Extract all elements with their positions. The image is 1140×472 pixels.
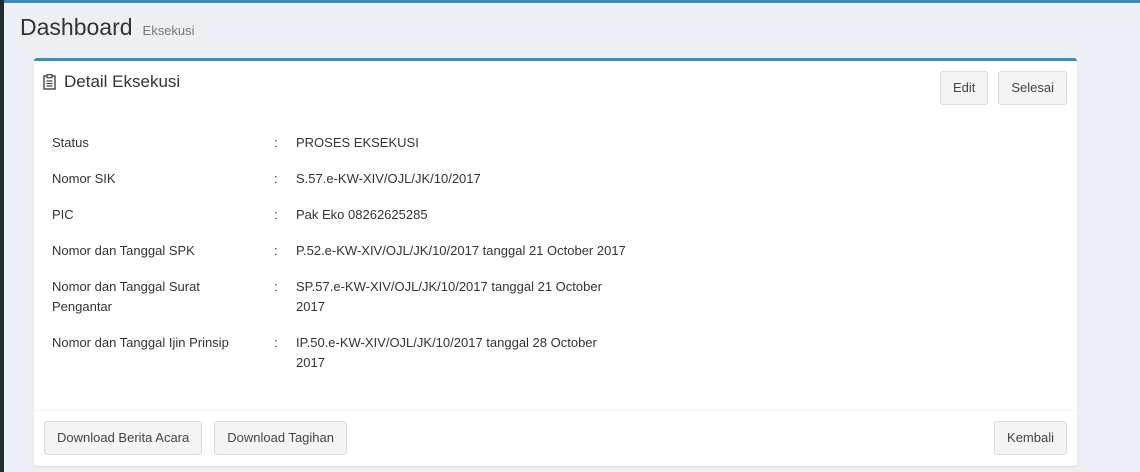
back-button[interactable]: Kembali xyxy=(994,421,1067,455)
sidebar-edge xyxy=(0,0,4,472)
box-title-label: Detail Eksekusi xyxy=(64,72,181,91)
clipboard-icon xyxy=(43,74,56,90)
detail-value: PROSES EKSEKUSI xyxy=(296,135,419,150)
detail-colon: : xyxy=(274,135,278,150)
detail-value: SP.57.e-KW-XIV/OJL/JK/10/2017 tanggal 21… xyxy=(296,279,602,314)
footer-right-actions: Kembali xyxy=(994,421,1067,455)
detail-colon: : xyxy=(274,171,278,186)
detail-row-surat-pengantar: Nomor dan Tanggal Surat Pengantar : SP.5… xyxy=(52,277,656,317)
detail-label: Nomor SIK xyxy=(52,171,116,186)
footer-left-actions: Download Berita Acara Download Tagihan xyxy=(44,421,347,455)
detail-label: Nomor dan Tanggal Ijin Prinsip xyxy=(52,335,229,350)
download-berita-acara-button[interactable]: Download Berita Acara xyxy=(44,421,203,455)
detail-colon: : xyxy=(274,207,278,222)
detail-row-nomor-sik: Nomor SIK : S.57.e-KW-XIV/OJL/JK/10/2017 xyxy=(52,169,656,189)
box-header: Detail Eksekusi Edit Selesai xyxy=(34,61,1077,111)
box-title: Detail Eksekusi xyxy=(43,72,180,92)
detail-colon: : xyxy=(274,279,278,294)
page-header: Dashboard Eksekusi xyxy=(20,14,195,41)
detail-row-ijin-prinsip: Nomor dan Tanggal Ijin Prinsip : IP.50.e… xyxy=(52,333,656,373)
detail-label: Nomor dan Tanggal SPK xyxy=(52,243,195,258)
detail-row-pic: PIC : Pak Eko 08262625285 xyxy=(52,205,656,225)
detail-box: Detail Eksekusi Edit Selesai Status : PR… xyxy=(34,58,1077,466)
detail-colon: : xyxy=(274,335,278,350)
edit-button[interactable]: Edit xyxy=(939,71,989,105)
detail-value: S.57.e-KW-XIV/OJL/JK/10/2017 xyxy=(296,171,481,186)
detail-row-spk: Nomor dan Tanggal SPK : P.52.e-KW-XIV/OJ… xyxy=(52,241,656,261)
detail-value: Pak Eko 08262625285 xyxy=(296,207,428,222)
download-tagihan-button[interactable]: Download Tagihan xyxy=(214,421,347,455)
top-navbar-edge xyxy=(0,0,1140,3)
detail-value: P.52.e-KW-XIV/OJL/JK/10/2017 tanggal 21 … xyxy=(296,243,626,258)
finish-button[interactable]: Selesai xyxy=(998,71,1067,105)
page-subtitle: Eksekusi xyxy=(142,23,195,38)
detail-label: PIC xyxy=(52,207,74,222)
box-tools: Edit Selesai xyxy=(939,71,1067,105)
detail-label: Nomor dan Tanggal Surat Pengantar xyxy=(52,279,200,314)
page-title: Dashboard xyxy=(20,14,133,40)
detail-row-status: Status : PROSES EKSEKUSI xyxy=(52,133,656,153)
box-footer: Download Berita Acara Download Tagihan K… xyxy=(34,410,1077,466)
detail-colon: : xyxy=(274,243,278,258)
detail-value: IP.50.e-KW-XIV/OJL/JK/10/2017 tanggal 28… xyxy=(296,335,597,370)
detail-table: Status : PROSES EKSEKUSI Nomor SIK : S.5… xyxy=(52,133,656,389)
detail-label: Status xyxy=(52,135,89,150)
